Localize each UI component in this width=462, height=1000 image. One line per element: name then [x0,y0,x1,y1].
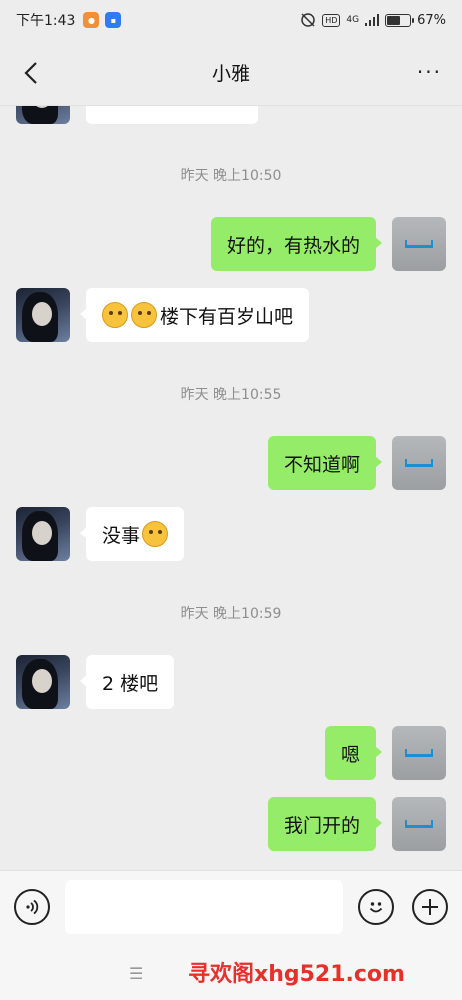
message-bubble-sent[interactable]: 我门开的 [267,797,383,851]
voice-button[interactable] [14,889,50,925]
timestamp: 昨天 晚上10:55 [180,387,282,403]
timestamp: 昨天 晚上10:59 [180,606,282,622]
rolling-eyes-emoji-icon [131,302,157,328]
status-indicators: HD 4G 67% [300,12,446,28]
more-options-button[interactable]: ··· [417,62,442,82]
message-bubble-sent[interactable]: 好的，有热水的 [210,217,383,271]
message-text: 2 楼吧 [102,672,159,695]
input-bar [0,870,462,944]
chevron-left-icon [24,62,37,84]
message-list[interactable]: 昨天 晚上10:50 好的，有热水的 楼下有百岁山吧 昨天 晚上10:55 不知… [0,106,462,870]
message-text: 嗯 [340,743,360,766]
my-avatar[interactable] [392,797,446,851]
signal-icon [365,14,380,26]
message-input[interactable] [65,880,343,934]
my-avatar[interactable] [392,217,446,271]
contact-avatar[interactable] [16,106,70,124]
status-time: 下午1:43 [16,13,76,29]
emoji-button[interactable] [358,889,394,925]
battery-icon [385,13,415,27]
status-bar: 下午1:43 ● ▪ HD 4G 67% [0,0,462,40]
contact-avatar[interactable] [16,288,70,342]
message-text: 没事 [102,524,141,547]
chat-header: 小雅 ··· [0,40,462,106]
thinking-emoji-icon [142,521,169,547]
network-label: 4G [346,15,360,25]
shocked-emoji-icon [102,302,128,328]
plus-icon [422,899,438,915]
voice-icon [26,899,39,915]
message-bubble-sent[interactable]: 不知道啊 [267,436,383,490]
contact-avatar[interactable] [16,655,70,709]
hd-badge: HD [322,13,341,27]
message-bubble-partial[interactable] [86,106,258,124]
watermark: 寻欢阁xhg521.com [188,962,405,987]
message-text: 我门开的 [283,814,360,837]
back-button[interactable] [16,58,46,88]
emoji-icon [369,902,383,913]
my-avatar[interactable] [392,726,446,780]
battery-label: 67% [417,12,446,28]
more-functions-button[interactable] [412,889,448,925]
menu-icon[interactable]: ☰ [129,964,143,983]
message-text: 楼下有百岁山吧 [160,305,294,328]
my-avatar[interactable] [392,436,446,490]
mute-alarm-icon [301,13,315,27]
message-text: 好的，有热水的 [226,234,360,257]
message-text: 不知道啊 [283,453,360,476]
message-bubble-sent[interactable]: 嗯 [324,726,383,780]
timestamp: 昨天 晚上10:50 [180,168,282,184]
message-bubble-received[interactable]: 楼下有百岁山吧 [79,288,310,342]
chat-title: 小雅 [211,63,250,85]
system-navigation-bar: ☰ 寻欢阁xhg521.com [0,944,462,1000]
app-orange-icon: ● [83,12,100,28]
app-blue-icon: ▪ [105,12,122,28]
message-bubble-received[interactable]: 2 楼吧 [79,655,175,709]
message-bubble-received[interactable]: 没事 [79,507,185,561]
contact-avatar[interactable] [16,507,70,561]
